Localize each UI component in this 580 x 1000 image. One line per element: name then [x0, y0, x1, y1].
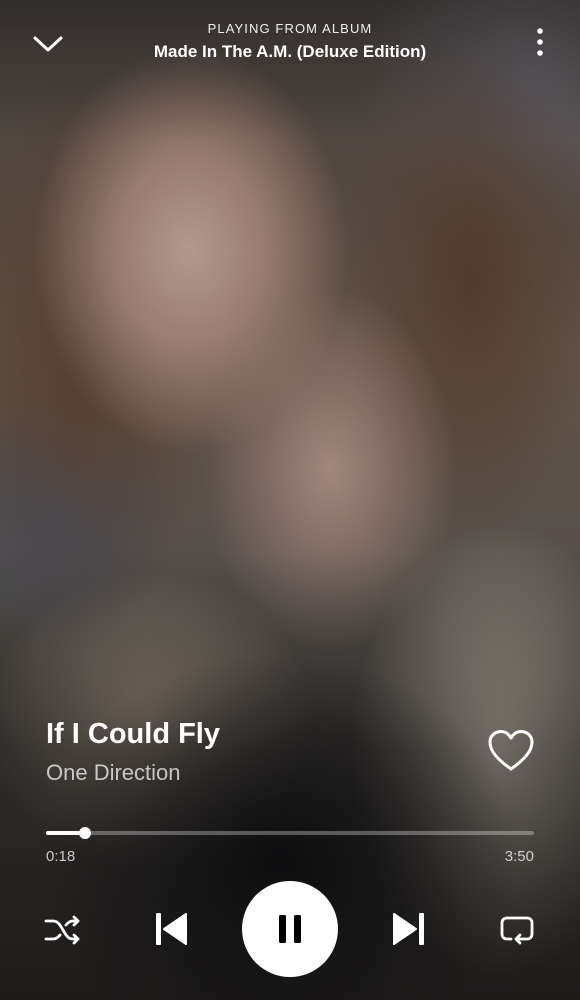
more-vertical-icon	[537, 28, 543, 56]
repeat-icon	[500, 916, 534, 945]
like-button[interactable]	[486, 728, 536, 774]
track-info: If I Could Fly One Direction	[46, 714, 466, 788]
shuffle-icon	[44, 915, 80, 945]
pause-button[interactable]	[242, 881, 338, 977]
playback-controls	[0, 880, 580, 977]
progress-track	[46, 831, 534, 835]
chevron-down-icon	[33, 36, 63, 52]
skip-next-icon	[393, 913, 424, 945]
heart-outline-icon	[488, 730, 534, 771]
collapse-button[interactable]	[28, 26, 68, 62]
previous-button[interactable]	[148, 906, 194, 952]
album-title[interactable]: Made In The A.M. (Deluxe Edition)	[80, 40, 500, 64]
total-time: 3:50	[504, 848, 534, 865]
skip-previous-icon	[156, 913, 187, 945]
context-label: PLAYING FROM ALBUM	[207, 21, 373, 36]
track-artist[interactable]: One Direction	[46, 758, 466, 788]
progress-thumb[interactable]	[79, 827, 92, 839]
track-title[interactable]: If I Could Fly	[46, 714, 466, 754]
shuffle-button[interactable]	[40, 910, 86, 950]
playing-context: PLAYING FROM ALBUM Made In The A.M. (Del…	[80, 20, 500, 64]
elapsed-time: 0:18	[46, 848, 76, 865]
next-button[interactable]	[386, 906, 432, 952]
player-header: PLAYING FROM ALBUM Made In The A.M. (Del…	[0, 0, 580, 90]
more-options-button[interactable]	[530, 24, 550, 60]
progress-bar[interactable]	[46, 820, 534, 844]
video-background	[0, 0, 580, 1000]
background-shade	[0, 0, 580, 1000]
repeat-button[interactable]	[494, 910, 540, 950]
pause-icon	[279, 915, 301, 943]
